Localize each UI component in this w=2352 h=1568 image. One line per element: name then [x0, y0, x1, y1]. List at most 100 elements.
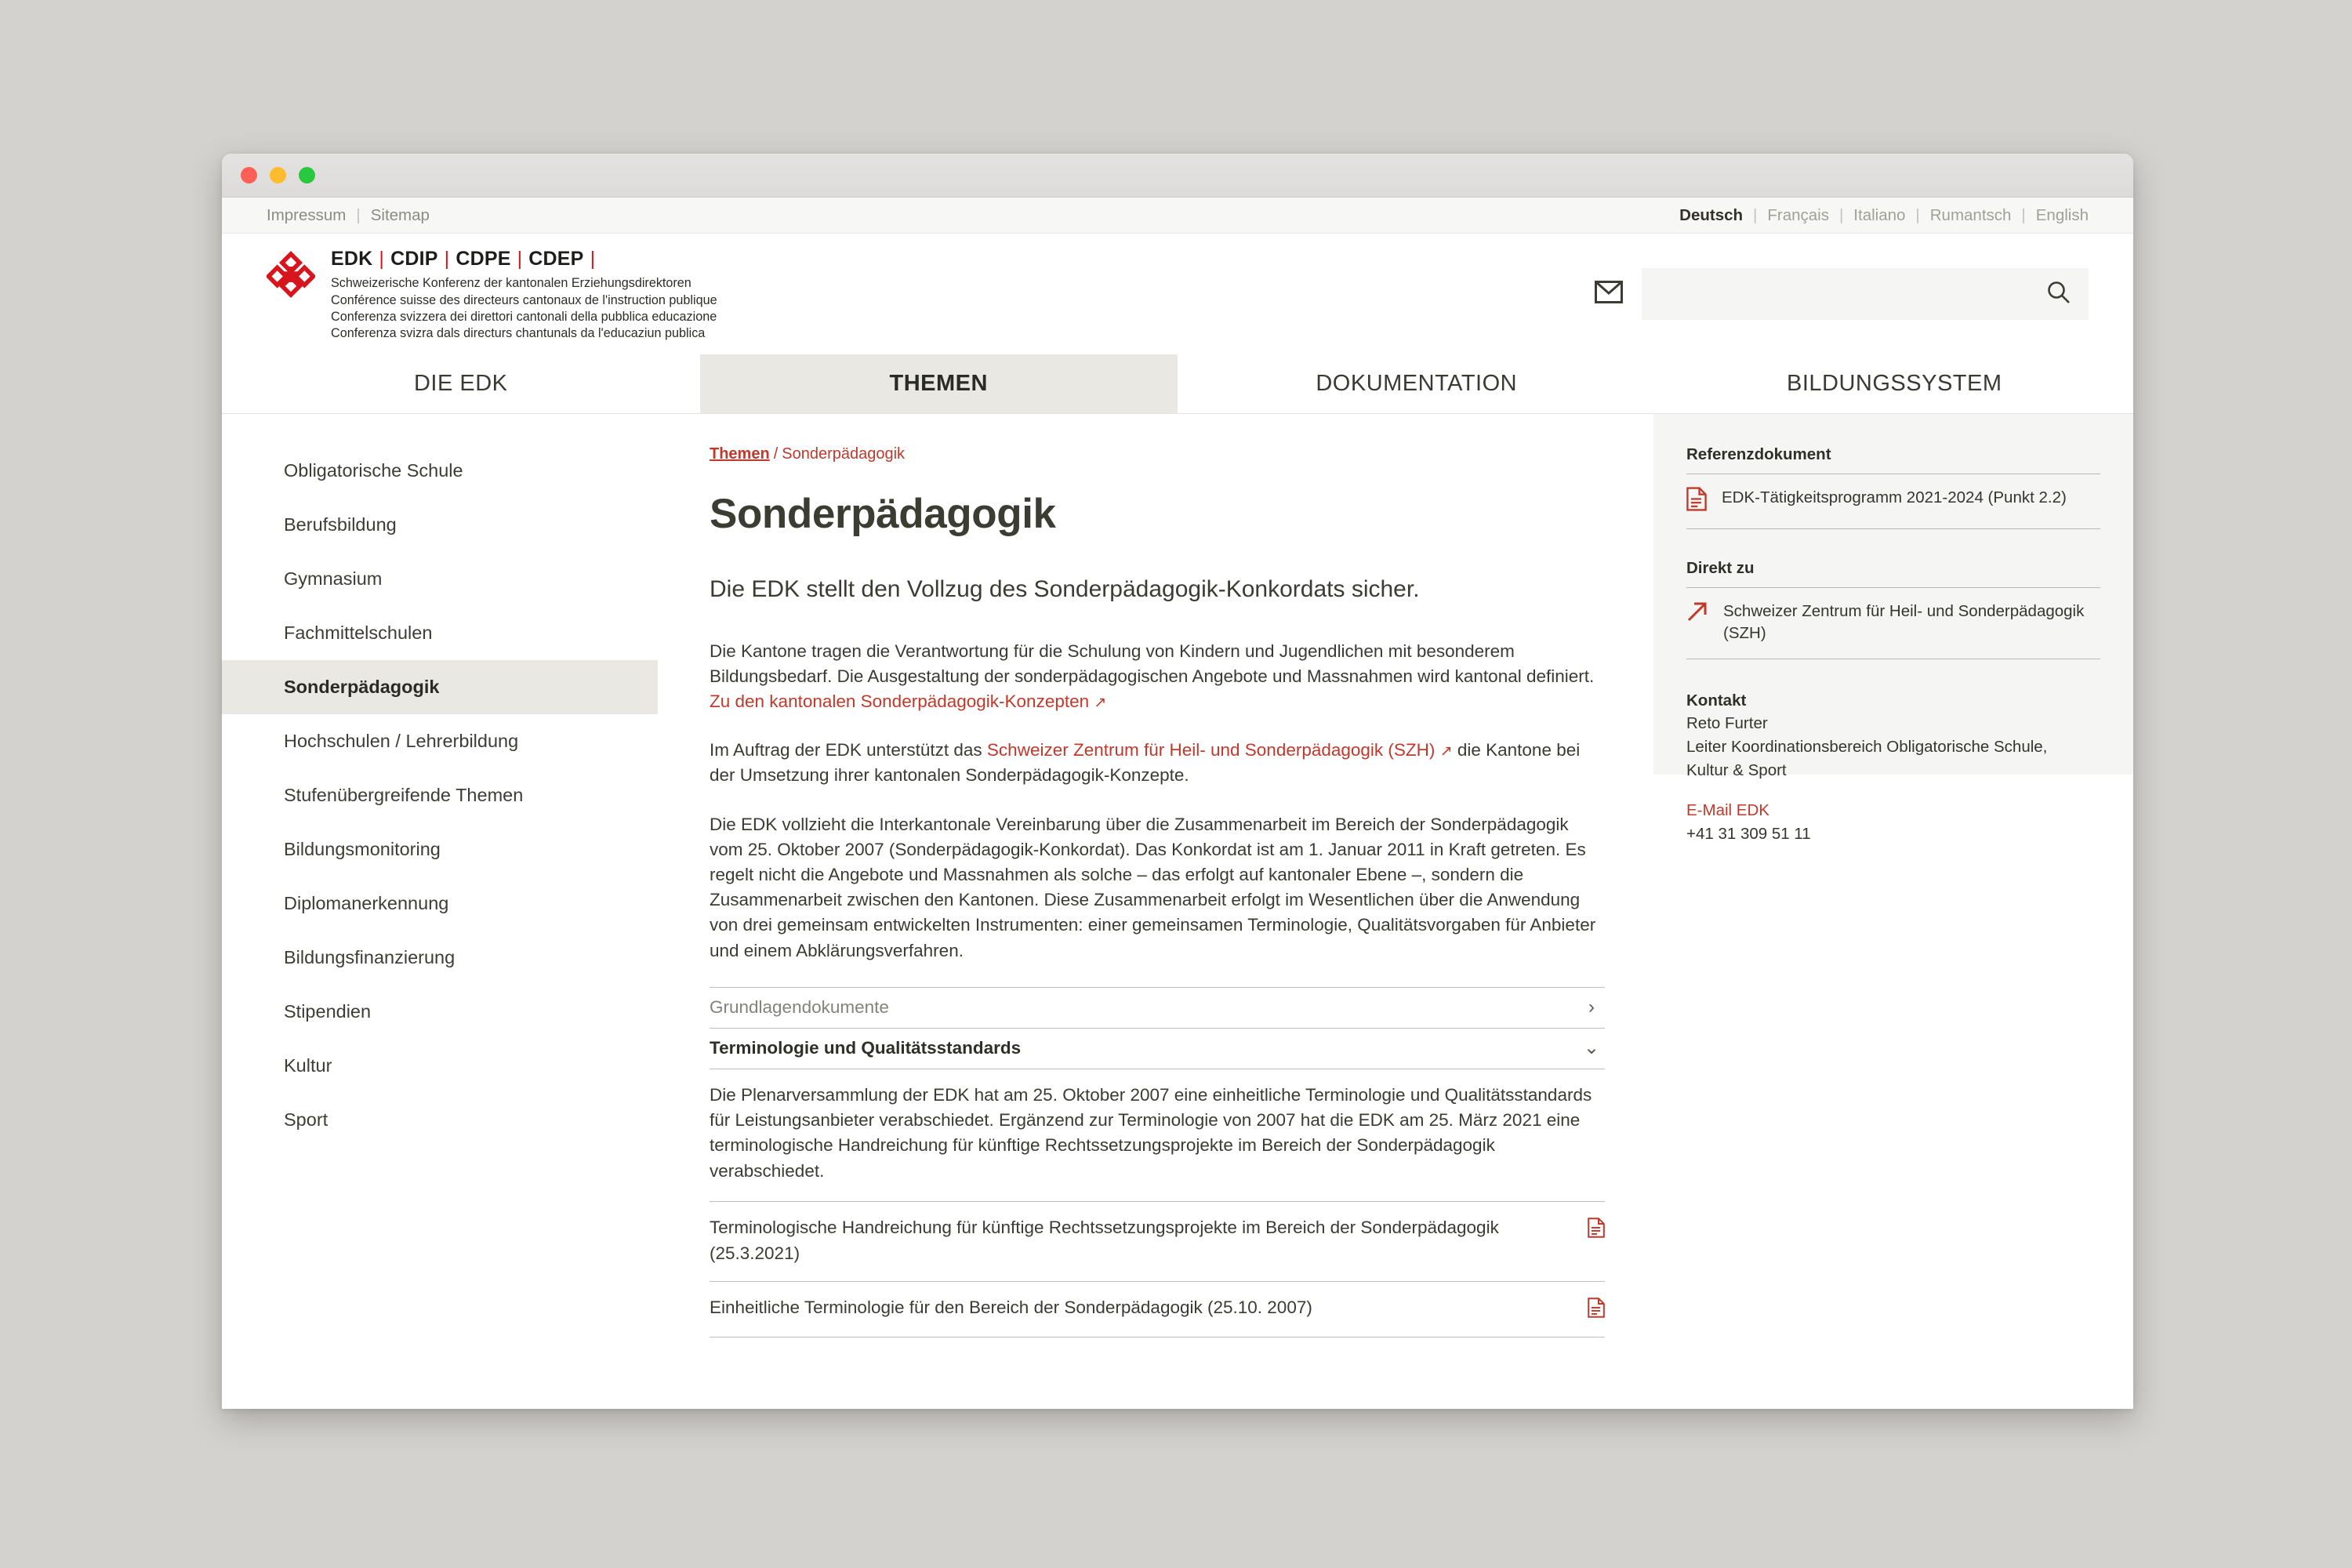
- brand-text: EDK | CDIP | CDPE | CDEP | Schweizerisch…: [331, 245, 717, 343]
- rail-item-szh[interactable]: Schweizer Zentrum für Heil- und Sonderpä…: [1686, 588, 2100, 659]
- acronym-sep-1: |: [379, 248, 385, 270]
- sidebar-item-berufsbildung[interactable]: Berufsbildung: [222, 498, 658, 552]
- envelope-icon[interactable]: [1595, 281, 1623, 307]
- language-switcher: Deutsch | Français | Italiano | Rumantsc…: [1679, 206, 2089, 225]
- kantonale-konzepte-link[interactable]: Zu den kantonalen Sonderpädagogik-Konzep…: [710, 691, 1106, 711]
- email-edk-link[interactable]: E-Mail EDK: [1686, 799, 2100, 822]
- brand-subtitle-it: Conferenza svizzera dei direttori canton…: [331, 310, 717, 324]
- szh-link-label: Schweizer Zentrum für Heil- und Sonderpä…: [986, 740, 1436, 760]
- sidebar-item-stufenuebergreifende-themen[interactable]: Stufenübergreifende Themen: [222, 768, 658, 822]
- breadcrumb-separator: /: [773, 445, 779, 463]
- paragraph-2-before: Im Auftrag der EDK unterstützt das: [710, 740, 987, 760]
- lang-separator-2: |: [1838, 205, 1844, 224]
- rail-heading-referenzdokument: Referenzdokument: [1686, 445, 1831, 463]
- sidebar-item-hochschulen-lehrerbildung[interactable]: Hochschulen / Lehrerbildung: [222, 714, 658, 768]
- breadcrumb-themen[interactable]: Themen: [710, 445, 770, 463]
- site-brand[interactable]: EDK | CDIP | CDPE | CDEP | Schweizerisch…: [265, 245, 717, 343]
- document-label-terminologie-2007: Einheitliche Terminologie für den Bereic…: [710, 1298, 1312, 1318]
- utility-separator: |: [356, 205, 361, 224]
- contact-name: Reto Furter: [1686, 714, 1768, 733]
- rail-contact-block: Kontakt Reto Furter Leiter Koordinations…: [1686, 689, 2100, 846]
- section-sidebar: Obligatorische Schule Berufsbildung Gymn…: [222, 414, 659, 1408]
- document-row-terminologie-2007[interactable]: Einheitliche Terminologie für den Bereic…: [710, 1281, 1605, 1338]
- rail-heading-direkt-zu: Direkt zu: [1686, 559, 1755, 577]
- rail-item-taetigkeitsprogramm[interactable]: EDK-Tätigkeitsprogramm 2021-2024 (Punkt …: [1686, 474, 2100, 529]
- lang-separator-3: |: [1915, 205, 1920, 224]
- paragraph-2: Im Auftrag der EDK unterstützt das Schwe…: [710, 738, 1605, 788]
- web-page: Impressum | Sitemap Deutsch | Français |…: [222, 198, 2133, 1409]
- sidebar-item-obligatorische-schule[interactable]: Obligatorische Schule: [222, 444, 658, 498]
- accordion-header-grundlagendokumente[interactable]: Grundlagendokumente ›: [710, 986, 1605, 1028]
- external-arrow-icon: [1686, 601, 1708, 626]
- sidebar-item-stipendien[interactable]: Stipendien: [222, 985, 658, 1039]
- search-box[interactable]: [1642, 268, 2089, 320]
- sidebar-item-kultur[interactable]: Kultur: [222, 1039, 658, 1093]
- accordion-label-grundlagendokumente: Grundlagendokumente: [710, 997, 889, 1018]
- pdf-document-icon[interactable]: [1588, 1218, 1605, 1242]
- tab-dokumentation[interactable]: DOKUMENTATION: [1178, 354, 1656, 413]
- external-arrow-icon: ↗: [1094, 695, 1107, 712]
- lang-separator-4: |: [2021, 205, 2026, 224]
- sidebar-item-sport[interactable]: Sport: [222, 1093, 658, 1147]
- sidebar-item-fachmittelschulen[interactable]: Fachmittelschulen: [222, 606, 658, 660]
- search-icon[interactable]: [2046, 280, 2071, 309]
- main-navigation: DIE EDK THEMEN DOKUMENTATION BILDUNGSSYS…: [222, 354, 2133, 414]
- pdf-document-icon[interactable]: [1588, 1298, 1605, 1322]
- tab-themen[interactable]: THEMEN: [699, 354, 1178, 413]
- impressum-link[interactable]: Impressum: [267, 206, 346, 225]
- external-arrow-icon: ↗: [1439, 743, 1453, 760]
- chevron-down-icon: ⌄: [1583, 1037, 1600, 1059]
- breadcrumb-current: Sonderpädagogik: [782, 445, 906, 463]
- chevron-right-icon: ›: [1588, 996, 1595, 1018]
- acronym-sep-3: |: [517, 248, 523, 270]
- page-columns: Obligatorische Schule Berufsbildung Gymn…: [222, 414, 2133, 1408]
- language-rumantsch[interactable]: Rumantsch: [1930, 206, 2012, 225]
- document-row-handreichung[interactable]: Terminologische Handreichung für künftig…: [710, 1201, 1605, 1281]
- minimize-window-button[interactable]: [270, 167, 286, 183]
- lang-separator-1: |: [1753, 205, 1758, 224]
- breadcrumb: Themen / Sonderpädagogik: [710, 445, 1605, 463]
- sidebar-item-bildungsmonitoring[interactable]: Bildungsmonitoring: [222, 822, 658, 877]
- language-italiano[interactable]: Italiano: [1853, 206, 1905, 225]
- paragraph-1: Die Kantone tragen die Verantwortung für…: [710, 639, 1605, 715]
- szh-link[interactable]: Schweizer Zentrum für Heil- und Sonderpä…: [987, 740, 1453, 760]
- close-window-button[interactable]: [241, 167, 257, 183]
- sidebar-item-diplomanerkennung[interactable]: Diplomanerkennung: [222, 877, 658, 931]
- acronym-sep-4: |: [590, 248, 596, 270]
- sidebar-item-bildungsfinanzierung[interactable]: Bildungsfinanzierung: [222, 931, 658, 985]
- contact-role-line-1: Leiter Koordinationsbereich Obligatorisc…: [1686, 738, 2048, 756]
- brand-subtitle-de: Schweizerische Konferenz der kantonalen …: [331, 276, 691, 291]
- paragraph-3: Die EDK vollzieht die Interkantonale Ver…: [710, 814, 1596, 960]
- main-content: Themen / Sonderpädagogik Sonderpädagogik D…: [659, 414, 1653, 1408]
- sidebar-item-sonderpaedagogik[interactable]: Sonderpädagogik: [222, 660, 658, 714]
- pdf-document-icon: [1686, 487, 1707, 515]
- sidebar-item-gymnasium[interactable]: Gymnasium: [222, 552, 658, 606]
- tab-bildungssystem[interactable]: BILDUNGSSYSTEM: [1655, 354, 2133, 413]
- brand-subtitle-rm: Conferenza svizra dals directurs chantun…: [331, 326, 706, 341]
- rail-label-szh: Schweizer Zentrum für Heil- und Sonderpä…: [1723, 602, 2085, 643]
- acronym-cdip: CDIP: [390, 248, 438, 270]
- right-rail: Referenzdokument EDK-Tätigkeitsprogramm …: [1653, 414, 2133, 843]
- utility-links: Impressum | Sitemap: [267, 206, 430, 225]
- search-input[interactable]: [1659, 285, 2046, 303]
- contact-role-line-2: Kultur & Sport: [1686, 760, 1787, 779]
- brand-subtitle-fr: Conférence suisse des directeurs cantona…: [331, 292, 717, 307]
- site-header: EDK | CDIP | CDPE | CDEP | Schweizerisch…: [222, 234, 2133, 354]
- sitemap-link[interactable]: Sitemap: [371, 206, 430, 225]
- language-english[interactable]: English: [2036, 206, 2089, 225]
- contact-phone: +41 31 309 51 11: [1686, 825, 1811, 844]
- tab-die-edk[interactable]: DIE EDK: [222, 354, 700, 413]
- language-deutsch[interactable]: Deutsch: [1679, 206, 1743, 225]
- language-francais[interactable]: Français: [1767, 206, 1829, 225]
- rail-reference-block: Referenzdokument EDK-Tätigkeitsprogramm …: [1686, 445, 2100, 529]
- maximize-window-button[interactable]: [299, 167, 315, 183]
- paragraph-1-text: Die Kantone tragen die Verantwortung für…: [710, 641, 1595, 686]
- rail-label-taetigkeitsprogramm: EDK-Tätigkeitsprogramm 2021-2024 (Punkt …: [1722, 488, 2067, 506]
- page-lead: Die EDK stellt den Vollzug des Sonderpäd…: [710, 576, 1420, 602]
- brand-acronyms: EDK | CDIP | CDPE | CDEP |: [331, 248, 717, 270]
- accordion-panel-terminologie: Die Plenarversammlung der EDK hat am 25.…: [710, 1068, 1605, 1202]
- kantonale-konzepte-link-label: Zu den kantonalen Sonderpädagogik-Konzep…: [710, 691, 1090, 712]
- desktop-background: Impressum | Sitemap Deutsch | Français |…: [0, 0, 2352, 1568]
- accordion-header-terminologie[interactable]: Terminologie und Qualitätsstandards ⌄: [710, 1027, 1605, 1069]
- document-label-handreichung: Terminologische Handreichung für künftig…: [710, 1218, 1499, 1263]
